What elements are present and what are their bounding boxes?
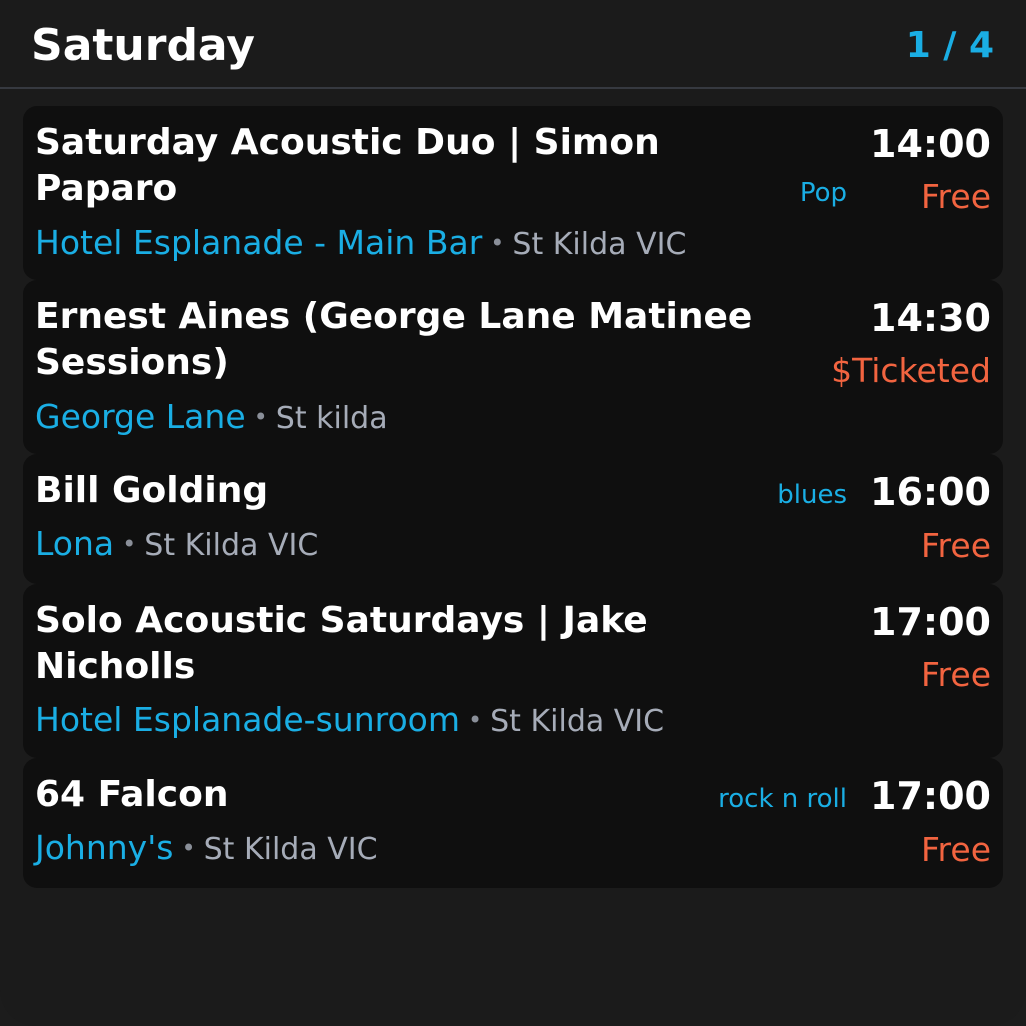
event-price: Free <box>920 526 991 565</box>
venue-line: Lona • St Kilda VIC <box>35 524 318 566</box>
venue-link[interactable]: Hotel Esplanade-sunroom <box>35 700 460 739</box>
event-title: Solo Acoustic Saturdays | Jake Nicholls <box>35 600 648 687</box>
venue-line: George Lane • St kilda <box>35 397 388 439</box>
event-genre: rock n roll <box>718 784 847 814</box>
event-title: 64 Falcon <box>35 774 229 815</box>
event-title: Ernest Aines (George Lane Matinee Sessio… <box>35 296 753 383</box>
event-price: Free <box>920 177 991 216</box>
separator: • <box>181 834 196 862</box>
event-price: Free <box>920 655 991 694</box>
event-card[interactable]: Solo Acoustic Saturdays | Jake Nicholls … <box>23 584 1003 758</box>
event-list: Saturday Acoustic Duo | Simon Paparo Pop… <box>23 106 1003 888</box>
venue-line: Hotel Esplanade - Main Bar • St Kilda VIC <box>35 223 686 265</box>
event-genre: Pop <box>799 178 847 208</box>
venue-link[interactable]: George Lane <box>35 397 246 436</box>
event-time: 16:00 <box>870 470 991 514</box>
event-time: 14:00 <box>870 122 991 166</box>
venue-location: St Kilda VIC <box>203 832 378 867</box>
venue-location: St Kilda VIC <box>512 227 687 262</box>
separator: • <box>122 530 137 558</box>
event-time: 14:30 <box>870 296 991 340</box>
venue-link[interactable]: Johnny's <box>35 828 173 867</box>
venue-location: St Kilda VIC <box>144 528 319 563</box>
separator: • <box>253 403 268 431</box>
event-card[interactable]: 64 Falcon rock n roll 17:00 Free Johnny'… <box>23 758 1003 888</box>
event-price: $Ticketed <box>831 351 991 390</box>
event-title: Bill Golding <box>35 470 269 511</box>
event-genre: blues <box>777 480 847 510</box>
event-card[interactable]: Bill Golding blues 16:00 Free Lona • St Ki… <box>23 454 1003 584</box>
event-list-screen: Saturday 1 / 4 Saturday Acoustic Duo | S… <box>0 0 1026 1026</box>
venue-location: St kilda <box>275 401 388 436</box>
separator: • <box>490 229 505 257</box>
event-title: Saturday Acoustic Duo | Simon Paparo <box>35 122 660 209</box>
event-time: 17:00 <box>870 600 991 644</box>
event-card[interactable]: Ernest Aines (George Lane Matinee Sessio… <box>23 280 1003 454</box>
separator: • <box>467 706 483 734</box>
venue-link[interactable]: Hotel Esplanade - Main Bar <box>35 223 482 262</box>
venue-link[interactable]: Lona <box>35 524 114 563</box>
venue-line: Hotel Esplanade-sunroom • St Kilda VIC <box>35 700 664 742</box>
day-header: Saturday 1 / 4 <box>0 0 1026 89</box>
venue-line: Johnny's • St Kilda VIC <box>35 828 378 870</box>
page-indicator: 1 / 4 <box>905 25 994 66</box>
event-card[interactable]: Saturday Acoustic Duo | Simon Paparo Pop… <box>23 106 1003 280</box>
event-time: 17:00 <box>870 774 991 818</box>
event-price: Free <box>920 830 991 869</box>
page-title: Saturday <box>31 20 255 71</box>
venue-location: St Kilda VIC <box>490 704 665 739</box>
